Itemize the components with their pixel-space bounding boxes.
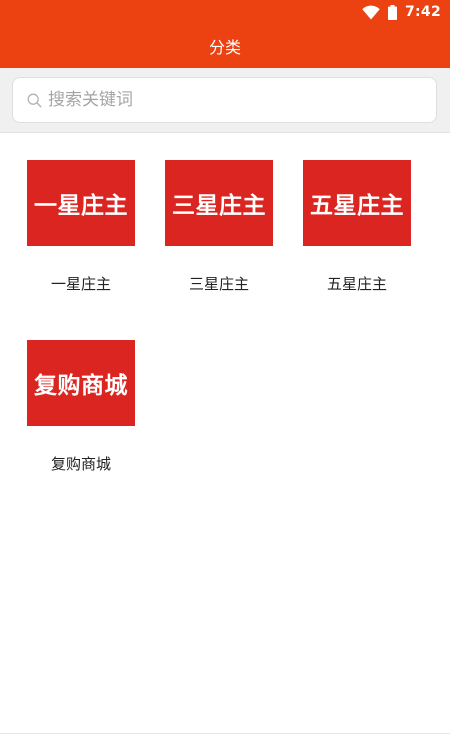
search-icon: [26, 92, 42, 108]
status-icons: 7:42: [362, 3, 441, 21]
category-thumbnail-text: 五星庄主: [310, 193, 404, 219]
category-item-3[interactable]: 五星庄主 五星庄主: [288, 133, 426, 313]
status-time: 7:42: [404, 4, 441, 20]
category-label[interactable]: 复购商城: [12, 453, 150, 474]
category-thumbnail-text: 三星庄主: [172, 193, 266, 219]
search-box[interactable]: [12, 77, 437, 123]
bottom-divider: [0, 733, 450, 734]
category-thumbnail-text: 一星庄主: [34, 193, 128, 219]
category-thumbnail[interactable]: 三星庄主: [165, 160, 273, 246]
category-item-1[interactable]: 一星庄主 一星庄主: [12, 133, 150, 313]
page-title: 分类: [208, 38, 241, 57]
category-thumbnail[interactable]: 五星庄主: [303, 160, 411, 246]
search-area: [0, 68, 450, 133]
category-label[interactable]: 一星庄主: [12, 273, 150, 294]
category-thumbnail[interactable]: 复购商城: [27, 340, 135, 426]
category-label[interactable]: 三星庄主: [150, 273, 288, 294]
battery-icon: [387, 4, 397, 20]
header-bar: 分类: [0, 24, 450, 68]
category-item-4[interactable]: 复购商城 复购商城: [12, 313, 150, 493]
search-input[interactable]: [48, 90, 408, 110]
category-thumbnail-text: 复购商城: [34, 373, 128, 399]
category-thumbnail[interactable]: 一星庄主: [27, 160, 135, 246]
status-bar: 7:42: [0, 0, 450, 24]
app-screen: 7:42 分类 一星庄主 一星庄主 三星庄主 三星庄主: [0, 0, 450, 750]
category-label[interactable]: 五星庄主: [288, 273, 426, 294]
category-item-2[interactable]: 三星庄主 三星庄主: [150, 133, 288, 313]
wifi-icon: [362, 5, 380, 20]
